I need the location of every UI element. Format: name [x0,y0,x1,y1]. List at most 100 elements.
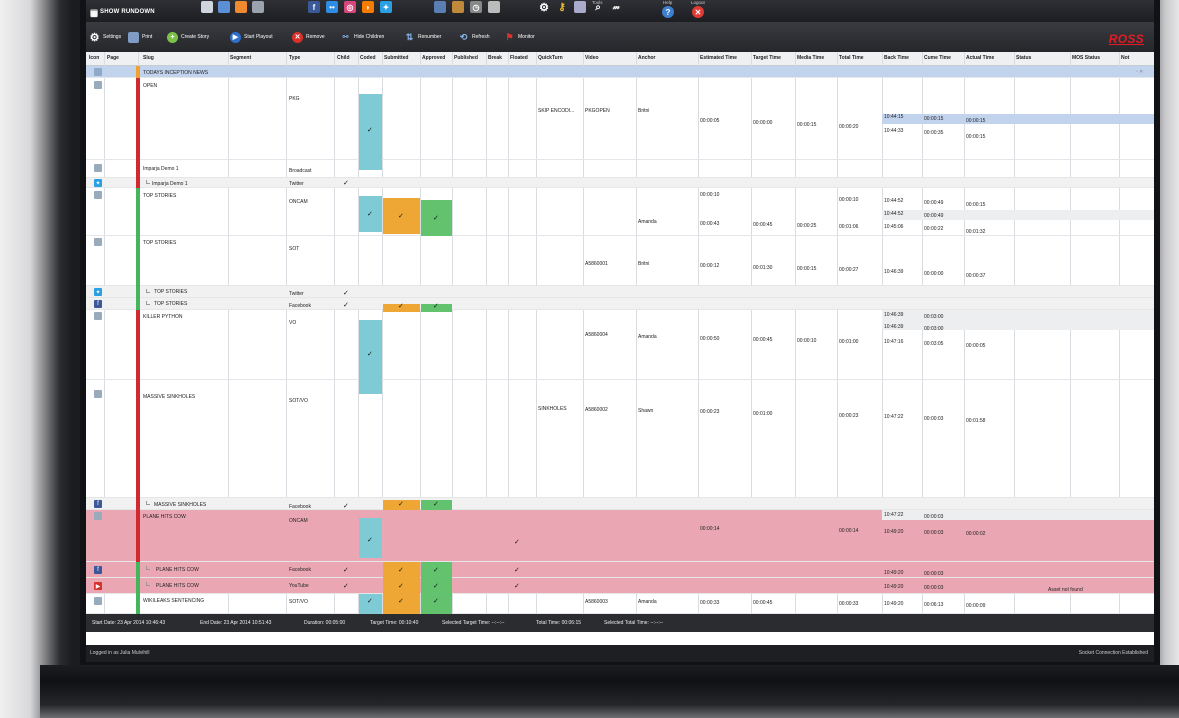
type-cell: PKG [289,96,300,102]
status-bar [136,298,140,310]
table-row[interactable]: TOP STORIES SOT A5860001 Britni 00:00:12… [86,236,1154,286]
mos-status-cell: Asset not found [1048,587,1083,593]
flickr-icon[interactable]: •• [326,1,338,13]
col-actual-time[interactable]: Actual Time [966,55,994,61]
instagram-icon[interactable]: ◎ [344,1,356,13]
col-back-time[interactable]: Back Time [884,55,909,61]
video-cell: A5860004 [585,332,608,338]
toolbar: ⚙ Settings Print + Create Story ▶ Start Pla… [86,22,1154,52]
col-extra[interactable]: Not [1121,55,1129,61]
cume-time-cell: 00:03:00 [924,326,944,332]
floated-check: ✓ [514,583,520,590]
logout-icon[interactable]: ✕ [692,6,704,18]
table-row[interactable]: f TOP STORIES Facebook ✓ ✓ ✓ [86,298,1154,312]
col-segment[interactable]: Segment [230,55,251,61]
table-row[interactable]: ✦ Imparja Demo 1 Twitter ✓ [86,178,1154,188]
twitter-icon[interactable]: ✦ [380,1,392,13]
col-cume-time[interactable]: Cume Time [924,55,951,61]
end-date: End Date: 23 Apr 2014 10:51:43 [200,620,272,626]
facebook-icon: f [94,300,102,308]
table-row[interactable]: f PLANE HITS COW Facebook ✓ ✓ ✓ ✓ 10:49:… [86,562,1154,578]
table-row[interactable]: WIKILEAKS SENTENCING SOT/VO ✓ ✓ ✓ A58600… [86,594,1154,614]
file-icon[interactable] [488,1,500,13]
selected-total-time: Selected Total Time: --:--:-- [604,620,664,626]
col-video[interactable]: Video [585,55,599,61]
rundown-table: TODAYS INCEPTION NEWS ▫ ✕ OPEN PKG ✓ SKI… [86,66,1154,614]
col-status[interactable]: Status [1016,55,1031,61]
table-row[interactable]: Imparja Demo 1 Broadcast [86,160,1154,178]
refresh-button[interactable]: ⟲ Refresh [458,31,490,43]
back-time-cell: 10:44:52 [884,211,904,217]
hide-children-button[interactable]: ⚯ Hide Children [340,31,385,43]
start-playout-button[interactable]: ▶ Start Playout [230,31,273,43]
edit-icon[interactable] [218,1,230,13]
col-slug[interactable]: Slug [143,55,154,61]
target-time: Target Time: 00:10:40 [370,620,419,626]
renumber-button[interactable]: ⇅ Renumber [404,31,442,43]
col-type[interactable]: Type [289,55,300,61]
table-row[interactable]: MASSIVE SINKHOLES SOT/VO SINKHOLES A5860… [86,380,1154,498]
col-quickturn[interactable]: QuickTurn [538,55,563,61]
table-row[interactable]: TODAYS INCEPTION NEWS ▫ ✕ [86,66,1154,78]
table-row[interactable]: ✦ TOP STORIES Twitter ✓ [86,286,1154,298]
col-coded[interactable]: Coded [360,55,376,61]
table-row[interactable]: ▶ PLANE HITS COW YouTube ✓ ✓ ✓ ✓ 10:49:2… [86,578,1154,594]
story-icon [94,68,102,76]
table-row[interactable]: PLANE HITS COW ONCAM ✓ ✓ 00:00:14 00:00:… [86,510,1154,562]
gear-icon[interactable]: ⚙ [538,1,550,14]
monitor-button[interactable]: ⚑ Monitor [504,31,534,43]
col-mos-status[interactable]: MOS Status [1072,55,1100,61]
back-time-cell: 10:49:20 [884,570,904,576]
clock-icon[interactable]: ◷ [470,1,482,13]
print-button[interactable]: Print [128,31,152,43]
calendar-icon[interactable] [434,1,446,13]
col-submitted[interactable]: Submitted [384,55,408,61]
col-approved[interactable]: Approved [422,55,445,61]
col-anchor[interactable]: Anchor [638,55,656,61]
rss-icon[interactable]: ◗ [362,1,374,13]
col-floated[interactable]: Floated [510,55,528,61]
footer-bar: Logged in as Julia Mulvihill Socket Conn… [86,645,1154,662]
facebook-icon[interactable]: f [308,1,320,13]
key-icon[interactable]: ⚷ [556,1,568,13]
signature-icon[interactable]: 𝓂 [610,1,622,13]
highlight-band [882,310,1154,330]
col-published[interactable]: Published [454,55,478,61]
logged-in-user: Logged in as Julia Mulvihill [90,650,150,656]
table-row[interactable]: f MASSIVE SINKHOLES Facebook ✓ ✓ ✓ [86,498,1154,512]
col-total-time[interactable]: Total Time [839,55,864,61]
table-row[interactable]: TOP STORIES ONCAM ✓ ✓ ✓ 00:00:10 00:00:1… [86,188,1154,236]
type-cell: SOT [289,246,300,252]
help-icon[interactable]: ? [662,6,674,18]
estimated-time-cell: 00:00:43 [700,221,720,227]
panel-controls[interactable]: ▫ ✕ [1136,69,1143,75]
col-page[interactable]: Page [107,55,119,61]
selected-target-time: Selected Target Time: --:--:-- [442,620,505,626]
col-estimated-time[interactable]: Estimated Time [700,55,737,61]
table-row[interactable]: KILLER PYTHON VO ✓ 10:46:39 00:03:00 10:… [86,310,1154,394]
col-break[interactable]: Break [488,55,502,61]
table-row[interactable]: OPEN PKG ✓ SKIP ENCODI... PKGOPEN Britni… [86,78,1154,170]
submitted-check: ✓ [398,501,404,508]
top-menu-bar: SHOW RUNDOWN ▦ f •• ◎ ◗ ✦ ◷ ⚙ ⚷ ⌕ 𝓂 Tool… [86,0,1154,22]
col-target-time[interactable]: Target Time [753,55,781,61]
grid-icon[interactable] [201,1,213,13]
col-child[interactable]: Child [337,55,350,61]
create-story-button[interactable]: + Create Story [167,31,209,43]
document-icon[interactable] [252,1,264,13]
plus-icon: + [167,31,178,43]
notebook-icon[interactable] [452,1,464,13]
chart-icon[interactable] [235,1,247,13]
target-time-cell: 00:01:30 [753,265,773,271]
print-icon[interactable] [574,1,586,13]
total-time-cell: 00:00:23 [839,413,859,419]
actual-time-cell: 00:00:15 [966,118,986,124]
col-icon[interactable]: Icon [89,55,99,61]
cume-time-cell: 00:00:22 [924,226,944,232]
col-media-time[interactable]: Media Time [797,55,824,61]
tree-connector [146,501,150,505]
back-time-cell: 10:46:39 [884,324,904,330]
slug-cell: TOP STORIES [143,240,177,246]
remove-button[interactable]: ✕ Remove [292,31,325,43]
settings-button[interactable]: ⚙ Settings [89,31,122,44]
